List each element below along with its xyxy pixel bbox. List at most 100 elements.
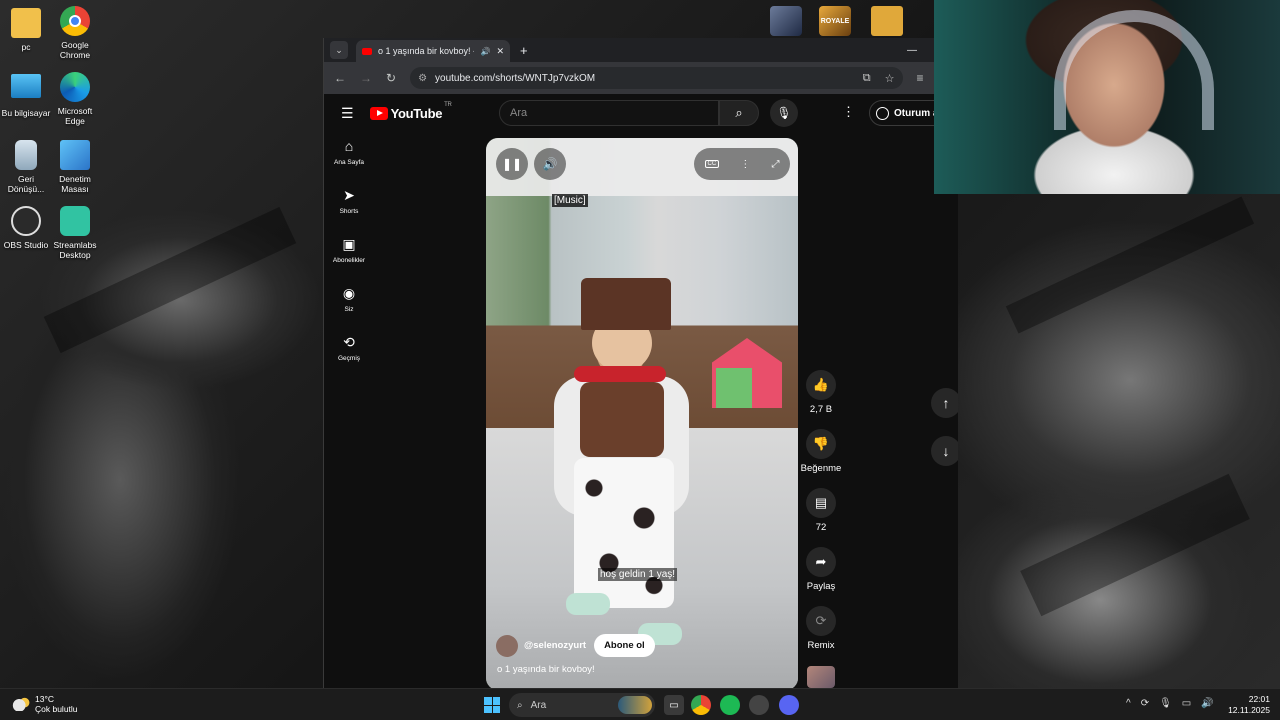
desktop-screen: pc Google Chrome Bu bilgisayar Microsoft… [0,0,1280,720]
subscriptions-icon: ▣ [342,236,356,252]
display-icon[interactable]: ▭ [1182,698,1191,709]
speaker-icon[interactable]: 🔊 [480,47,490,56]
desktop-icon-streamlabs[interactable]: Streamlabs Desktop [49,206,101,260]
desktop-icon-control-panel[interactable]: Denetim Masası [49,140,101,194]
media-controls-icon[interactable]: ≡ [917,71,924,85]
minimize-button[interactable]: — [907,45,917,56]
search-input[interactable]: Ara [499,100,719,126]
desktop-icon-label: OBS Studio [3,240,49,250]
thumbs-down-icon: 👎 [806,429,836,459]
clock[interactable]: 22:01 12.11.2025 [1226,694,1270,716]
channel-avatar[interactable] [496,634,518,657]
action-bar: 👍 2,7 B 👎 Beğenme ▤ 72 ➦ Paylaş ⟳ Remix [799,370,843,665]
arrow-up-icon: ↑ [942,395,950,411]
sync-icon[interactable]: ⟳ [1141,698,1149,709]
desktop-icon-label: pc [21,42,31,52]
remix-icon: ⟳ [806,606,836,636]
microphone-icon: 🎙 [776,106,792,120]
microphone-icon[interactable]: 🎙 [1159,698,1172,709]
weather-widget[interactable]: 13°C Çok bulutlu [12,694,78,714]
close-tab-icon[interactable]: ✕ [496,46,504,57]
forward-button[interactable]: → [360,71,372,85]
pause-button[interactable]: ❚❚ [496,148,528,180]
address-bar[interactable]: ⚙ youtube.com/shorts/WNTJp7vzkOM ⧉ ☆ [410,67,903,89]
captions-icon[interactable]: CC [704,160,720,168]
obs-taskbar-icon[interactable] [749,695,769,715]
share-button[interactable]: ➦ Paylaş [799,547,843,606]
discord-icon[interactable] [779,695,799,715]
voice-search-button[interactable]: 🎙 [770,99,798,127]
logo-text: YouTube [390,105,443,121]
start-button[interactable] [484,697,500,713]
desktop-icon-chrome[interactable]: Google Chrome [49,6,101,60]
youtube-logo[interactable]: YouTube TR [369,102,452,121]
chrome-taskbar-icon[interactable] [691,695,711,715]
tab-search-button[interactable]: ⌄ [330,41,348,59]
comments-button[interactable]: ▤ 72 [799,488,843,547]
volume-button[interactable]: 🔊 [534,148,566,180]
more-options-icon[interactable]: ⋮ [740,159,750,170]
like-button[interactable]: 👍 2,7 B [799,370,843,429]
game-app-icon[interactable] [770,6,802,36]
fullscreen-icon[interactable]: ⤢ [771,159,779,170]
guide-item-home[interactable]: ⌂ Ana Sayfa [324,138,374,187]
video-title[interactable]: o 1 yaşında bir kovboy! [497,664,595,675]
spotify-icon[interactable] [720,695,740,715]
webcam-overlay [934,0,1280,194]
desktop-icon-pc[interactable]: pc [0,8,52,52]
cowboy-vest [580,382,664,457]
cow-print-chaps [574,458,674,608]
tab-youtube-short[interactable]: o 1 yaşında bir kovboy! - Yo 🔊 ✕ [356,40,510,62]
desktop-icon-this-pc[interactable]: Bu bilgisayar [0,74,52,118]
new-tab-button[interactable]: + [520,43,528,58]
tab-strip: ⌄ o 1 yaşında bir kovboy! - Yo 🔊 ✕ + — ☐ [324,38,958,62]
home-icon: ⌂ [344,138,354,154]
date: 12.11.2025 [1228,705,1270,715]
folder-shortcut-icon[interactable] [871,6,903,36]
clash-royale-icon[interactable]: ROYALE [819,6,851,36]
next-short-button[interactable]: ↓ [931,436,958,466]
guide-item-subscriptions[interactable]: ▣ Abonelikler [324,236,374,285]
dislike-button[interactable]: 👎 Beğenme [799,429,843,488]
desktop-icon-label: Denetim Masası [59,174,91,194]
desktop-icon-obs[interactable]: OBS Studio [0,206,52,250]
user-icon: ◉ [342,285,356,301]
youtube-play-icon [369,106,388,120]
desktop-icon-label: Microsoft Edge [57,106,93,126]
guide-item-you[interactable]: ◉ Siz [324,285,374,334]
sound-thumbnail[interactable] [807,666,835,688]
reload-button[interactable]: ↻ [386,71,396,85]
volume-icon: 🔊 [542,157,558,171]
red-bandana [574,366,666,382]
channel-handle[interactable]: @selenozyurt [524,640,586,651]
mini-guide: ⌂ Ana Sayfa ➤ Shorts ▣ Abonelikler ◉ Siz ⟲ Ge… [324,138,374,383]
guide-item-history[interactable]: ⟲ Geçmiş [324,334,374,383]
taskbar-search[interactable]: ⌕ Ara [509,693,655,717]
cowboy-hat [581,278,671,330]
bookmark-star-icon[interactable]: ☆ [885,72,895,85]
previous-short-button[interactable]: ↑ [931,388,958,418]
video-subtitle: hoş geldin 1 yaş! [598,568,678,581]
back-button[interactable]: ← [334,71,346,85]
thumbs-up-icon: 👍 [806,370,836,400]
system-tray: ^ ⟳ 🎙 ▭ 🔊 [1126,698,1214,709]
remix-label: Remix [807,640,835,651]
desktop-icon-recycle-bin[interactable]: Geri Dönüşü... [0,140,52,194]
subscribe-button[interactable]: Abone ol [594,634,655,657]
settings-kebab-icon[interactable]: ⋮ [842,104,855,120]
region-code: TR [444,101,452,108]
menu-icon[interactable]: ☰ [341,105,354,122]
like-count: 2,7 B [809,404,833,415]
remix-button[interactable]: ⟳ Remix [799,606,843,665]
desktop-icon-edge[interactable]: Microsoft Edge [49,72,101,126]
chevron-up-icon[interactable]: ^ [1126,698,1131,709]
install-app-icon[interactable]: ⧉ [863,72,871,85]
volume-icon[interactable]: 🔊 [1201,698,1213,709]
search-button[interactable]: ⌕ [719,100,759,126]
guide-label: Siz [344,306,354,313]
site-info-icon[interactable]: ⚙ [418,73,427,84]
headset [1054,10,1214,130]
task-view-icon[interactable]: ▭ [664,695,684,715]
guide-item-shorts[interactable]: ➤ Shorts [324,187,374,236]
shorts-player[interactable]: ❚❚ 🔊 CC ⋮ ⤢ [Music] hoş geldin 1 yaş! @s… [486,138,798,688]
